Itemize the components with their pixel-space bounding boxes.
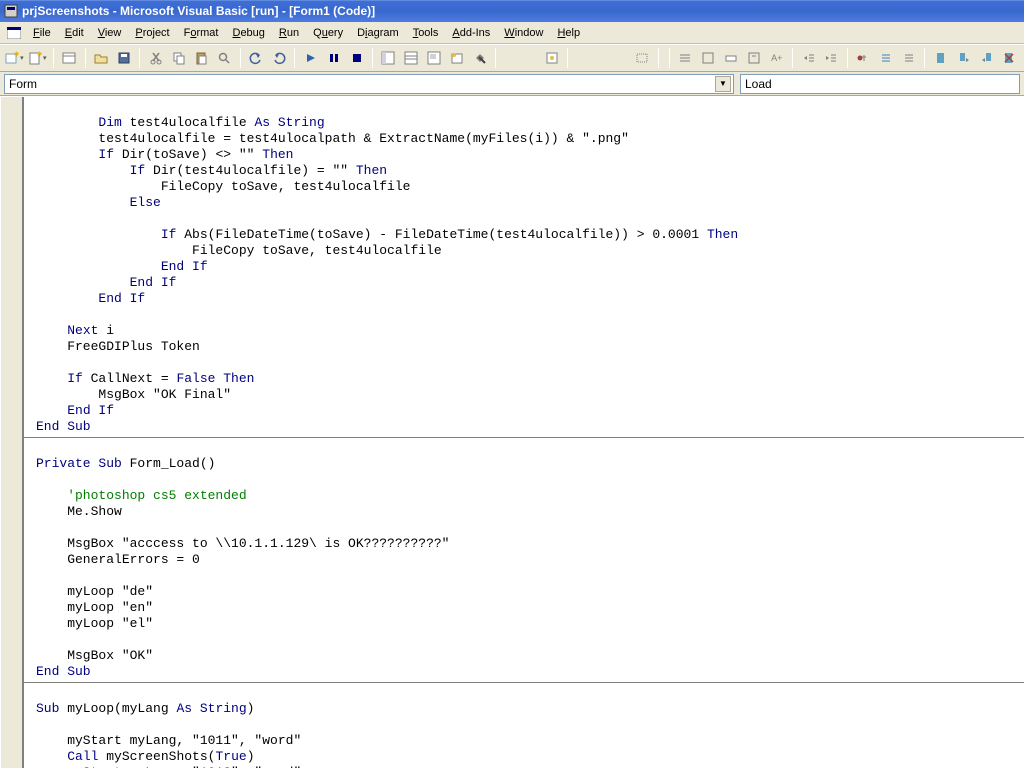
procedure-combo-value: Load (745, 77, 772, 91)
title-bar: prjScreenshots - Microsoft Visual Basic … (0, 0, 1024, 22)
menu-project[interactable]: Project (128, 25, 176, 41)
vb-app-icon (4, 4, 18, 18)
menu-file[interactable]: File (26, 25, 58, 41)
menu-addins[interactable]: Add-Ins (445, 25, 497, 41)
clear-bookmarks-button[interactable] (999, 47, 1020, 69)
outdent-button[interactable] (821, 47, 842, 69)
prev-bookmark-button[interactable] (976, 47, 997, 69)
toolbar-separator (669, 48, 670, 68)
menu-diagram[interactable]: Diagram (350, 25, 406, 41)
parameter-info-button[interactable] (743, 47, 764, 69)
toolbar: ✶ ✶ A+ (0, 44, 1024, 72)
copy-button[interactable] (168, 47, 189, 69)
indent-button[interactable] (798, 47, 819, 69)
toolbar-separator (53, 48, 54, 68)
procedure-combo[interactable]: Load (740, 74, 1020, 94)
toolbar-separator (85, 48, 86, 68)
menu-view[interactable]: View (91, 25, 129, 41)
dataview-button[interactable] (541, 47, 562, 69)
component-button[interactable] (632, 47, 653, 69)
paste-button[interactable] (191, 47, 212, 69)
window-title: prjScreenshots - Microsoft Visual Basic … (22, 4, 375, 18)
uncomment-button[interactable] (899, 47, 920, 69)
toolbar-separator (294, 48, 295, 68)
undo-button[interactable] (246, 47, 267, 69)
svg-text:✶: ✶ (13, 51, 19, 59)
open-button[interactable] (91, 47, 112, 69)
list-props-button[interactable] (675, 47, 696, 69)
procedure-separator (24, 437, 1024, 438)
procedure-separator (24, 682, 1024, 683)
menu-bar: File Edit View Project Format Debug Run … (0, 22, 1024, 44)
mdi-icon[interactable] (6, 25, 22, 41)
cut-button[interactable] (145, 47, 166, 69)
form-layout-button[interactable] (424, 47, 445, 69)
breakpoint-button[interactable] (853, 47, 874, 69)
next-bookmark-button[interactable] (953, 47, 974, 69)
redo-button[interactable] (269, 47, 290, 69)
find-button[interactable] (214, 47, 235, 69)
menu-debug[interactable]: Debug (225, 25, 271, 41)
toolbox-button[interactable] (469, 47, 490, 69)
list-consts-button[interactable] (698, 47, 719, 69)
quick-info-button[interactable] (721, 47, 742, 69)
menu-edit[interactable]: Edit (58, 25, 91, 41)
toolbar-separator (567, 48, 568, 68)
toolbar-separator (240, 48, 241, 68)
toolbar-separator (495, 48, 496, 68)
object-combo[interactable]: Form ▼ (4, 74, 734, 94)
svg-text:✶: ✶ (36, 51, 42, 59)
toolbar-separator (139, 48, 140, 68)
add-project-button[interactable]: ✶ (4, 47, 25, 69)
toolbar-separator (658, 48, 659, 68)
menu-format[interactable]: Format (177, 25, 226, 41)
menu-run[interactable]: Run (272, 25, 306, 41)
add-item-button[interactable]: ✶ (27, 47, 48, 69)
menu-tools[interactable]: Tools (406, 25, 446, 41)
menu-editor-button[interactable] (59, 47, 80, 69)
save-button[interactable] (113, 47, 134, 69)
comment-button[interactable] (876, 47, 897, 69)
content-wrap: Dim test4ulocalfile As String test4uloca… (0, 96, 1024, 768)
code-editor[interactable]: Dim test4ulocalfile As String test4uloca… (24, 97, 1024, 768)
properties-button[interactable] (401, 47, 422, 69)
code-nav-row: Form ▼ Load (0, 72, 1024, 96)
margin-indicator-bar[interactable] (0, 97, 24, 768)
menu-window[interactable]: Window (497, 25, 550, 41)
toolbar-separator (847, 48, 848, 68)
project-explorer-button[interactable] (378, 47, 399, 69)
chevron-down-icon: ▼ (715, 76, 731, 92)
start-button[interactable] (300, 47, 321, 69)
toolbar-separator (792, 48, 793, 68)
complete-word-button[interactable]: A+ (766, 47, 787, 69)
toolbar-separator (924, 48, 925, 68)
menu-query[interactable]: Query (306, 25, 350, 41)
bookmark-button[interactable] (930, 47, 951, 69)
object-browser-button[interactable] (447, 47, 468, 69)
toolbar-separator (372, 48, 373, 68)
object-combo-value: Form (9, 77, 37, 91)
end-button[interactable] (346, 47, 367, 69)
menu-help[interactable]: Help (550, 25, 587, 41)
break-button[interactable] (323, 47, 344, 69)
